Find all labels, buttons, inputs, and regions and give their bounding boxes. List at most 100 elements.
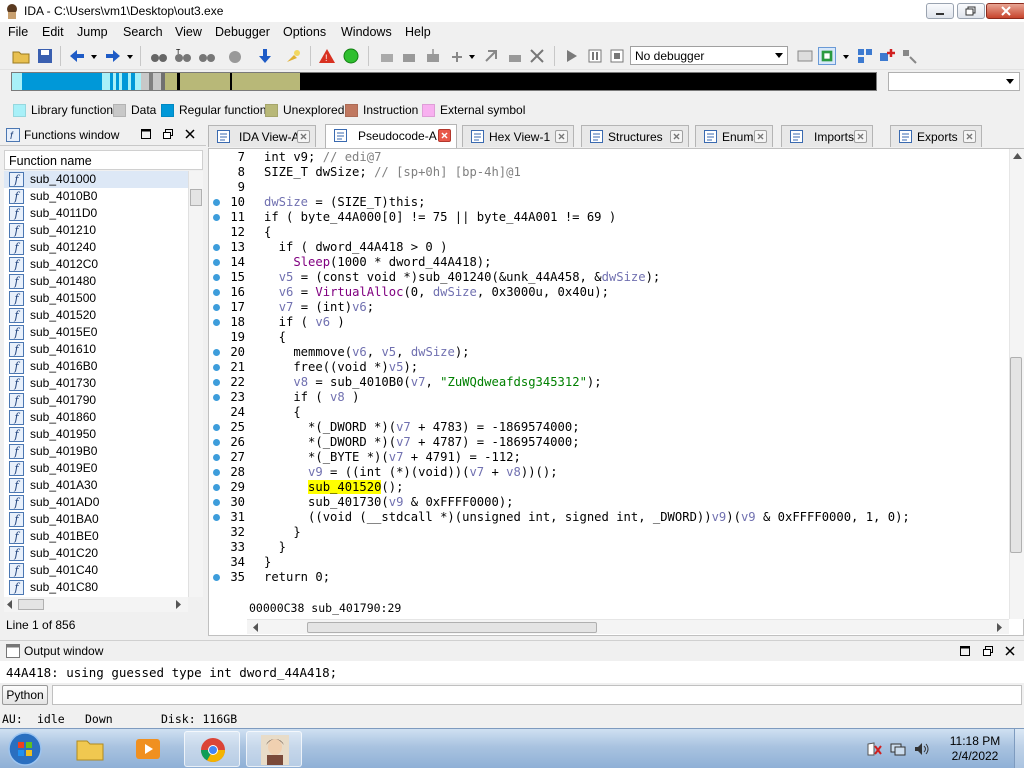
patch-icon[interactable] — [506, 47, 524, 65]
breakpoint-dot-icon[interactable] — [213, 364, 220, 371]
tab-structures[interactable]: Structures — [581, 125, 689, 147]
function-list-item[interactable]: f sub_4019B0 — [4, 443, 188, 460]
ida-app-icon[interactable] — [4, 3, 20, 19]
code-line[interactable]: 33 } — [209, 540, 1007, 555]
code-line[interactable]: 17 v7 = (int)v6; — [209, 300, 1007, 315]
menu-windows[interactable]: Windows — [341, 25, 392, 39]
breakpoint-dot-icon[interactable] — [213, 454, 220, 461]
start-button[interactable] — [6, 731, 44, 767]
code-line[interactable]: 19 { — [209, 330, 1007, 345]
maximize-pane-icon[interactable] — [960, 646, 970, 656]
chevron-down-icon[interactable] — [468, 47, 476, 65]
close-pane-icon[interactable] — [1005, 646, 1015, 656]
close-tab-icon[interactable] — [670, 130, 683, 143]
add-struct-icon[interactable] — [448, 47, 466, 65]
code-horizontal-scrollbar[interactable] — [247, 619, 1009, 634]
function-list-item[interactable]: f sub_401A30 — [4, 477, 188, 494]
breakpoint-dot-icon[interactable] — [213, 484, 220, 491]
function-list-item[interactable]: f sub_401000 — [4, 171, 188, 188]
network-icon[interactable] — [890, 741, 906, 757]
close-tab-icon[interactable] — [854, 130, 867, 143]
layout-icon[interactable] — [856, 47, 874, 65]
breakpoint-dot-icon[interactable] — [213, 259, 220, 266]
close-tab-icon[interactable] — [438, 129, 451, 142]
function-list-item[interactable]: f sub_4015E0 — [4, 324, 188, 341]
run-green-icon[interactable] — [342, 47, 360, 65]
jump-down-icon[interactable] — [256, 47, 274, 65]
taskbar-chrome[interactable] — [184, 731, 240, 767]
breakpoint-dot-icon[interactable] — [213, 514, 220, 521]
create-data-icon[interactable] — [378, 47, 396, 65]
code-line[interactable]: 31 ((void (__stdcall *)(unsigned int, si… — [209, 510, 1007, 525]
float-pane-icon[interactable] — [983, 646, 993, 656]
breakpoint-dot-icon[interactable] — [213, 274, 220, 281]
output-window-header[interactable]: Output window — [0, 640, 1024, 660]
code-line[interactable]: 20 memmove(v6, v5, dwSize); — [209, 345, 1007, 360]
scroll-left-icon[interactable] — [252, 623, 260, 632]
menu-options[interactable]: Options — [283, 25, 326, 39]
minimize-button[interactable] — [926, 3, 954, 19]
pause-icon[interactable] — [586, 47, 604, 65]
close-tab-icon[interactable] — [297, 130, 310, 143]
function-list-item[interactable]: f sub_4016B0 — [4, 358, 188, 375]
scroll-thumb[interactable] — [1010, 357, 1022, 553]
tab-ida-view-a[interactable]: IDA View-A — [208, 125, 316, 147]
functions-window-tab[interactable]: f Functions window — [0, 124, 206, 146]
code-line[interactable]: 18 if ( v6 ) — [209, 315, 1007, 330]
search-text-icon[interactable]: T — [174, 47, 192, 65]
chevron-down-icon[interactable] — [90, 47, 98, 65]
breakpoint-dot-icon[interactable] — [213, 424, 220, 431]
breakpoint-dot-icon[interactable] — [213, 499, 220, 506]
add-breakpoint-icon[interactable] — [878, 47, 896, 65]
function-list-item[interactable]: f sub_401C40 — [4, 562, 188, 579]
code-line[interactable]: 29 sub_401520(); — [209, 480, 1007, 495]
function-list-item[interactable]: f sub_401BA0 — [4, 511, 188, 528]
code-line[interactable]: 25 *(_DWORD *)(v7 + 4783) = -1869574000; — [209, 420, 1007, 435]
tools-icon[interactable] — [900, 47, 918, 65]
create-function-icon[interactable] — [424, 47, 442, 65]
graph-view-icon[interactable] — [818, 47, 836, 65]
code-line[interactable]: 21 free((void *)v5); — [209, 360, 1007, 375]
back-arrow-icon[interactable] — [68, 47, 86, 65]
menu-file[interactable]: File — [8, 25, 28, 39]
function-list-item[interactable]: f sub_401500 — [4, 290, 188, 307]
undefine-icon[interactable] — [528, 47, 546, 65]
create-code-icon[interactable] — [400, 47, 418, 65]
menu-search[interactable]: Search — [123, 25, 163, 39]
scroll-thumb[interactable] — [307, 622, 597, 633]
function-name-column-header[interactable]: Function name — [4, 150, 203, 170]
tab-imports[interactable]: Imports — [781, 125, 873, 147]
chevron-down-icon[interactable] — [842, 47, 850, 65]
navigation-band[interactable] — [11, 72, 877, 91]
forward-arrow-icon[interactable] — [104, 47, 122, 65]
function-list-item[interactable]: f sub_401480 — [4, 273, 188, 290]
start-debugger-icon[interactable] — [562, 47, 580, 65]
function-list-vertical-scrollbar[interactable] — [188, 171, 203, 597]
close-button[interactable] — [986, 3, 1024, 19]
code-line[interactable]: 10 dwSize = (SIZE_T)this; — [209, 195, 1007, 210]
scroll-right-icon[interactable] — [995, 623, 1003, 632]
tab-pseudocode-a[interactable]: Pseudocode-A — [325, 124, 457, 148]
code-line[interactable]: 22 v8 = sub_4010B0(v7, "ZuWQdweafdsg3453… — [209, 375, 1007, 390]
breakpoint-dot-icon[interactable] — [213, 289, 220, 296]
function-list-item[interactable]: f sub_401950 — [4, 426, 188, 443]
pseudocode-view[interactable]: 7 int v9; // edi@7 8 SIZE_T dwSize; // [sp+… — [208, 148, 1024, 636]
stop-icon[interactable] — [608, 47, 626, 65]
taskbar-media-player[interactable] — [120, 731, 176, 767]
breakpoint-dot-icon[interactable] — [213, 394, 220, 401]
code-line[interactable]: 26 *(_DWORD *)(v7 + 4787) = -1869574000; — [209, 435, 1007, 450]
action-center-icon[interactable] — [866, 741, 882, 757]
code-line[interactable]: 13 if ( dword_44A418 > 0 ) — [209, 240, 1007, 255]
function-list-item[interactable]: f sub_4011D0 — [4, 205, 188, 222]
code-line[interactable]: 14 Sleep(1000 * dword_44A418); — [209, 255, 1007, 270]
breakpoint-dot-icon[interactable] — [213, 349, 220, 356]
breakpoint-dot-icon[interactable] — [213, 574, 220, 581]
scroll-thumb[interactable] — [190, 189, 202, 206]
close-tab-icon[interactable] — [555, 130, 568, 143]
code-line[interactable]: 11 if ( byte_44A000[0] != 75 || byte_44A0… — [209, 210, 1007, 225]
scroll-up-icon[interactable] — [1013, 152, 1022, 160]
breakpoint-dot-icon[interactable] — [213, 319, 220, 326]
code-line[interactable]: 8 SIZE_T dwSize; // [sp+0h] [bp-4h]@1 — [209, 165, 1007, 180]
function-list-item[interactable]: f sub_401790 — [4, 392, 188, 409]
taskbar-ida[interactable] — [246, 731, 302, 767]
